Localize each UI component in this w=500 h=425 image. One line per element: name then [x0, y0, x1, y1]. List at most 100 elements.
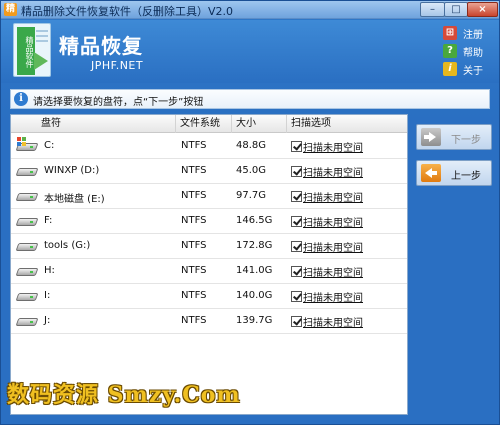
table-row[interactable]: F: NTFS 146.5G 扫描未用空间	[11, 209, 407, 234]
scan-unused-option[interactable]: 扫描未用空间	[291, 314, 363, 329]
windows-logo-icon	[17, 137, 27, 146]
scan-option-label[interactable]: 扫描未用空间	[303, 243, 363, 254]
drive-icon	[15, 315, 39, 327]
scan-unused-option[interactable]: 扫描未用空间	[291, 139, 363, 154]
drive-size: 48.8G	[236, 140, 267, 151]
scan-checkbox[interactable]	[291, 291, 302, 302]
drive-size: 97.7G	[236, 190, 267, 201]
site-watermark: 数码资源 Smzy.Com	[7, 382, 241, 408]
scan-checkbox[interactable]	[291, 241, 302, 252]
window-title: 精品删除文件恢复软件（反删除工具）V2.0	[21, 5, 234, 18]
drive-size: 172.8G	[236, 240, 273, 251]
drive-name: 本地磁盘 (E:)	[44, 194, 105, 205]
table-row[interactable]: I: NTFS 140.0G 扫描未用空间	[11, 284, 407, 309]
scan-unused-option[interactable]: 扫描未用空间	[291, 264, 363, 279]
drive-filesystem: NTFS	[181, 190, 207, 201]
drive-filesystem: NTFS	[181, 265, 207, 276]
drive-size: 45.0G	[236, 165, 267, 176]
next-step-button[interactable]: 下一步	[416, 124, 492, 150]
scan-checkbox[interactable]	[291, 216, 302, 227]
table-row[interactable]: 本地磁盘 (E:) NTFS 97.7G 扫描未用空间	[11, 184, 407, 209]
scan-unused-option[interactable]: 扫描未用空间	[291, 214, 363, 229]
scan-checkbox[interactable]	[291, 141, 302, 152]
info-icon: i	[14, 92, 28, 106]
table-row[interactable]: tools (G:) NTFS 172.8G 扫描未用空间	[11, 234, 407, 259]
scan-unused-option[interactable]: 扫描未用空间	[291, 189, 363, 204]
scan-checkbox[interactable]	[291, 266, 302, 277]
drive-icon	[15, 240, 39, 252]
scan-unused-option[interactable]: 扫描未用空间	[291, 164, 363, 179]
drive-icon	[15, 190, 39, 202]
drive-name: C:	[44, 140, 55, 151]
drive-list[interactable]: 盘符 文件系统 大小 扫描选项 C: NTFS 48.8G 扫描未用空间 WIN…	[10, 114, 408, 415]
drive-size: 141.0G	[236, 265, 273, 276]
list-header: 盘符 文件系统 大小 扫描选项	[11, 115, 407, 133]
drive-name: F:	[44, 215, 53, 226]
drive-filesystem: NTFS	[181, 140, 207, 151]
scan-option-label[interactable]: 扫描未用空间	[303, 218, 363, 229]
app-logo: 精品软件	[13, 23, 51, 77]
next-step-label: 下一步	[451, 135, 481, 146]
about-icon: i	[443, 62, 457, 76]
register-icon: ⊞	[443, 26, 457, 40]
table-row[interactable]: C: NTFS 48.8G 扫描未用空间	[11, 134, 407, 159]
drive-filesystem: NTFS	[181, 165, 207, 176]
logo-document-icon	[36, 30, 48, 32]
previous-step-label: 上一步	[451, 171, 481, 182]
arrow-right-icon	[421, 128, 441, 146]
scan-option-label[interactable]: 扫描未用空间	[303, 143, 363, 154]
drive-filesystem: NTFS	[181, 240, 207, 251]
column-header-size[interactable]: 大小	[232, 115, 287, 133]
table-row[interactable]: WINXP (D:) NTFS 45.0G 扫描未用空间	[11, 159, 407, 184]
drive-size: 139.7G	[236, 315, 273, 326]
title-bar[interactable]: 精 精品删除文件恢复软件（反删除工具）V2.0 – □ ×	[1, 1, 499, 19]
column-header-scan-option[interactable]: 扫描选项	[287, 115, 407, 133]
help-label: 帮助	[463, 48, 483, 59]
drive-name: WINXP (D:)	[44, 165, 100, 176]
instruction-text: 请选择要恢复的盘符，点“下一步”按钮	[33, 97, 204, 108]
table-row[interactable]: H: NTFS 141.0G 扫描未用空间	[11, 259, 407, 284]
scan-option-label[interactable]: 扫描未用空间	[303, 268, 363, 279]
drive-name: tools (G:)	[44, 240, 91, 251]
maximize-button[interactable]: □	[444, 2, 468, 17]
drive-icon	[15, 290, 39, 302]
app-window: 精 精品删除文件恢复软件（反删除工具）V2.0 – □ × 精品软件 精品恢复 …	[0, 0, 500, 425]
minimize-button[interactable]: –	[420, 2, 445, 17]
drive-size: 140.0G	[236, 290, 273, 301]
scan-checkbox[interactable]	[291, 316, 302, 327]
brand-url: JPHF.NET	[91, 59, 144, 72]
drive-size: 146.5G	[236, 215, 273, 226]
scan-unused-option[interactable]: 扫描未用空间	[291, 289, 363, 304]
scan-option-label[interactable]: 扫描未用空间	[303, 168, 363, 179]
help-icon: ?	[443, 44, 457, 58]
drive-name: J:	[44, 315, 51, 326]
header-banner: 精品软件 精品恢复 JPHF.NET ⊞ 注册 ? 帮助 i 关于	[1, 20, 499, 83]
instruction-bar: i 请选择要恢复的盘符，点“下一步”按钮	[10, 89, 490, 109]
drive-name: I:	[44, 290, 51, 301]
drive-icon	[15, 265, 39, 277]
drive-filesystem: NTFS	[181, 215, 207, 226]
scan-checkbox[interactable]	[291, 166, 302, 177]
about-label: 关于	[463, 66, 483, 77]
arrow-left-icon	[421, 164, 441, 182]
scan-option-label[interactable]: 扫描未用空间	[303, 318, 363, 329]
drive-icon	[15, 215, 39, 227]
app-icon: 精	[4, 3, 17, 16]
drive-icon	[15, 165, 39, 177]
column-header-drive[interactable]: 盘符	[11, 115, 176, 133]
scan-option-label[interactable]: 扫描未用空间	[303, 193, 363, 204]
column-header-filesystem[interactable]: 文件系统	[176, 115, 232, 133]
scan-unused-option[interactable]: 扫描未用空间	[291, 239, 363, 254]
drive-name: H:	[44, 265, 55, 276]
register-label: 注册	[463, 30, 483, 41]
drive-filesystem: NTFS	[181, 290, 207, 301]
close-button[interactable]: ×	[467, 2, 498, 17]
logo-text: 精品软件	[17, 27, 35, 75]
scan-option-label[interactable]: 扫描未用空间	[303, 293, 363, 304]
system-drive-icon	[15, 137, 39, 152]
drive-filesystem: NTFS	[181, 315, 207, 326]
table-row[interactable]: J: NTFS 139.7G 扫描未用空间	[11, 309, 407, 334]
previous-step-button[interactable]: 上一步	[416, 160, 492, 186]
brand-name: 精品恢复	[59, 34, 143, 58]
scan-checkbox[interactable]	[291, 191, 302, 202]
